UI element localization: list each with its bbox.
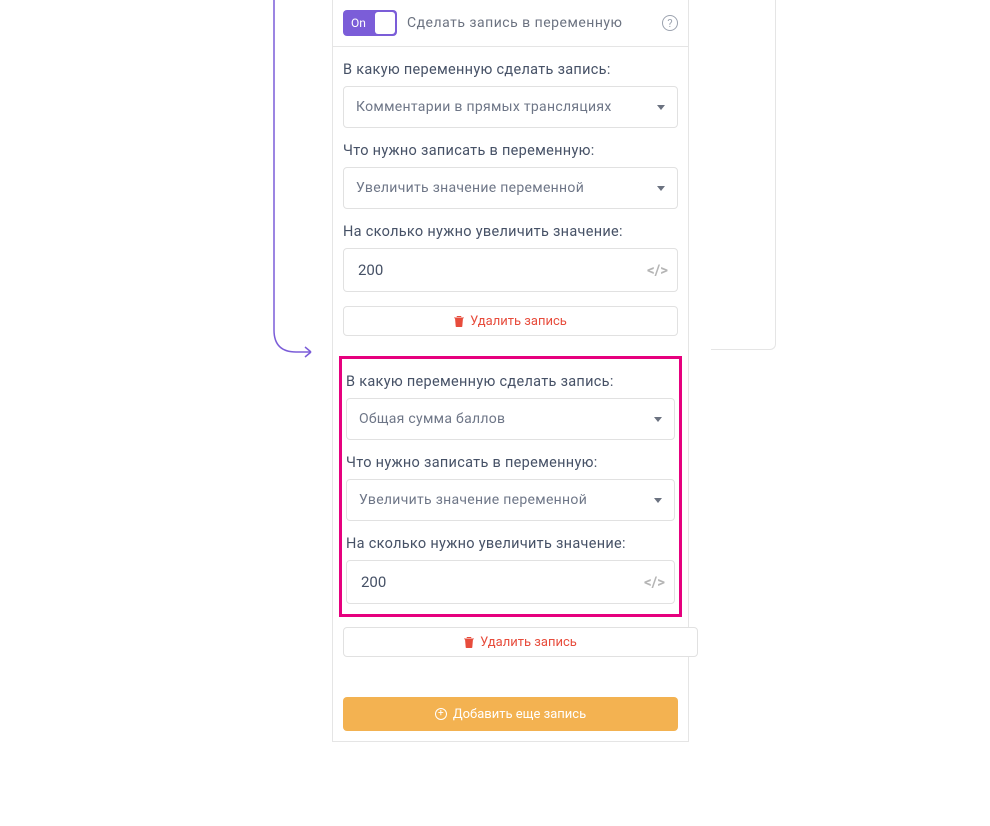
code-icon[interactable]: </>	[647, 261, 668, 279]
help-icon[interactable]: ?	[662, 15, 678, 31]
select-value: Комментарии в прямых трансляциях	[356, 99, 653, 115]
variable-select[interactable]: Комментарии в прямых трансляциях	[343, 86, 678, 128]
chevron-down-icon	[654, 498, 662, 503]
chevron-down-icon	[657, 105, 665, 110]
select-value: Общая сумма баллов	[359, 411, 650, 427]
field-label-variable: В какую переменную сделать запись:	[346, 373, 675, 390]
select-value: Увеличить значение переменной	[359, 492, 650, 508]
field-label-value: На сколько нужно увеличить значение:	[346, 535, 675, 552]
variable-select[interactable]: Общая сумма баллов	[346, 398, 675, 440]
value-input[interactable]	[346, 560, 675, 604]
code-icon[interactable]: </>	[644, 573, 665, 591]
chevron-down-icon	[654, 417, 662, 422]
record-block: В какую переменную сделать запись: Комме…	[333, 47, 688, 346]
field-label-action: Что нужно записать в переменную:	[346, 454, 675, 471]
add-record-button[interactable]: + Добавить еще запись	[343, 697, 678, 731]
trash-icon	[464, 636, 474, 648]
delete-record-button[interactable]: Удалить запись	[343, 627, 698, 657]
add-label: Добавить еще запись	[453, 707, 586, 722]
panel-title: Сделать запись в переменную	[407, 15, 652, 31]
delete-record-button[interactable]: Удалить запись	[343, 306, 678, 336]
field-label-action: Что нужно записать в переменную:	[343, 142, 678, 159]
field-label-value: На сколько нужно увеличить значение:	[343, 223, 678, 240]
toggle-on-label: On	[343, 16, 366, 30]
value-input-wrap: </>	[346, 560, 675, 604]
action-select[interactable]: Увеличить значение переменной	[343, 167, 678, 209]
chevron-down-icon	[657, 186, 665, 191]
record-block-highlighted: В какую переменную сделать запись: Общая…	[339, 356, 682, 617]
select-value: Увеличить значение переменной	[356, 180, 653, 196]
delete-label: Удалить запись	[470, 314, 567, 329]
plus-circle-icon: +	[435, 708, 447, 720]
value-input-wrap: </>	[343, 248, 678, 292]
delete-label: Удалить запись	[480, 635, 577, 650]
value-input[interactable]	[343, 248, 678, 292]
panel-header: On Сделать запись в переменную ?	[333, 0, 688, 46]
trash-icon	[454, 315, 464, 327]
variable-record-panel: On Сделать запись в переменную ? В какую…	[332, 0, 689, 742]
action-select[interactable]: Увеличить значение переменной	[346, 479, 675, 521]
field-label-variable: В какую переменную сделать запись:	[343, 61, 678, 78]
toggle-knob	[375, 12, 395, 34]
enable-toggle[interactable]: On	[343, 10, 397, 36]
adjacent-panel-edge	[711, 0, 776, 350]
